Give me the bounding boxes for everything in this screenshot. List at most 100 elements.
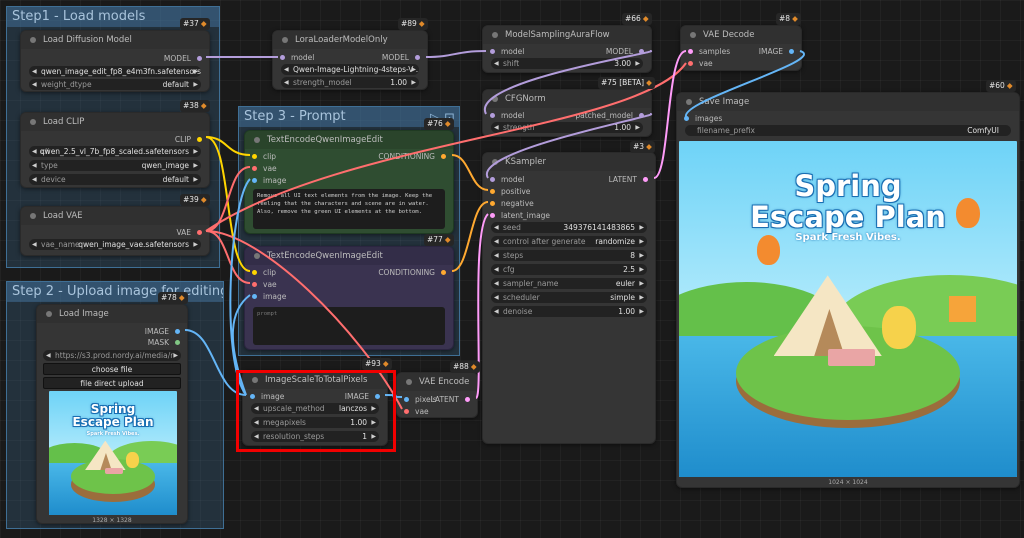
node-title[interactable]: VAE Decode bbox=[681, 26, 801, 44]
output-model-slot[interactable] bbox=[197, 56, 202, 61]
arrow-left-icon[interactable]: ◀ bbox=[284, 64, 289, 75]
arrow-right-icon[interactable]: ▶ bbox=[371, 417, 376, 428]
node-save-image[interactable]: Save Image images filename_prefix ComfyUI… bbox=[676, 92, 1020, 488]
input-images-slot[interactable] bbox=[684, 116, 689, 121]
node-title[interactable]: VAE Encode bbox=[397, 373, 477, 391]
input-image-slot[interactable] bbox=[252, 294, 257, 299]
choose-file-button[interactable]: choose file bbox=[43, 363, 181, 375]
prompt-textarea[interactable]: Remove all UI text elements from the ima… bbox=[253, 189, 445, 229]
arrow-left-icon[interactable]: ◀ bbox=[494, 292, 499, 303]
node-load-image[interactable]: Load Image IMAGE MASK ◀ https://s3.prod.n… bbox=[36, 304, 188, 524]
node-lora-loader-model-only[interactable]: LoraLoaderModelOnly model MODEL ◀ Qwen-Ima… bbox=[272, 30, 428, 90]
vae-name-combo[interactable]: ◀ vae_name qwen_image_vae.safetensors ▶ bbox=[29, 239, 201, 250]
node-load-clip[interactable]: Load CLIP CLIP ◀ cli qwen_2.5_vl_7b_fp8_sc… bbox=[20, 112, 210, 188]
arrow-left-icon[interactable]: ◀ bbox=[284, 77, 289, 88]
control-after-generate-widget[interactable]: ◀ control after generate randomize ▶ bbox=[491, 236, 647, 247]
arrow-right-icon[interactable]: ▶ bbox=[411, 77, 416, 88]
input-samples-slot[interactable] bbox=[688, 49, 693, 54]
output-clip-slot[interactable] bbox=[197, 137, 202, 142]
sampler-name-widget[interactable]: ◀ sampler_name euler ▶ bbox=[491, 278, 647, 289]
node-title[interactable]: Load CLIP bbox=[21, 113, 209, 131]
node-title[interactable]: CFGNorm bbox=[483, 90, 651, 108]
unet-name-combo[interactable]: ◀ qwen_image_edit_fp8_e4m3fn.safetensors ▶ bbox=[29, 66, 201, 77]
arrow-left-icon[interactable]: ◀ bbox=[494, 278, 499, 289]
arrow-left-icon[interactable]: ◀ bbox=[494, 222, 499, 233]
node-model-sampling-aura-flow[interactable]: ModelSamplingAuraFlow model MODEL ◀ shift 3… bbox=[482, 25, 652, 73]
arrow-left-icon[interactable]: ◀ bbox=[494, 250, 499, 261]
clip-name-combo[interactable]: ◀ cli qwen_2.5_vl_7b_fp8_scaled.safetensor… bbox=[29, 146, 201, 157]
arrow-left-icon[interactable]: ◀ bbox=[254, 403, 259, 414]
arrow-left-icon[interactable]: ◀ bbox=[32, 146, 37, 157]
filename-prefix-input[interactable]: filename_prefix ComfyUI bbox=[685, 125, 1011, 136]
arrow-right-icon[interactable]: ▶ bbox=[635, 122, 640, 133]
arrow-left-icon[interactable]: ◀ bbox=[32, 79, 37, 90]
input-pixels-slot[interactable] bbox=[404, 397, 409, 402]
node-ksampler[interactable]: KSampler model LATENT positive negative l… bbox=[482, 152, 656, 444]
resolution-steps-slider[interactable]: ◀ resolution_steps 1 ▶ bbox=[251, 431, 379, 442]
output-image-slot[interactable] bbox=[375, 394, 380, 399]
arrow-right-icon[interactable]: ▶ bbox=[371, 403, 376, 414]
arrow-right-icon[interactable]: ▶ bbox=[193, 79, 198, 90]
upscale-method-combo[interactable]: ◀ upscale_method lanczos ▶ bbox=[251, 403, 379, 414]
arrow-right-icon[interactable]: ▶ bbox=[371, 431, 376, 442]
arrow-left-icon[interactable]: ◀ bbox=[494, 264, 499, 275]
node-image-scale-to-total-pixels[interactable]: ImageScaleToTotalPixels image IMAGE ◀ upsc… bbox=[242, 370, 388, 446]
input-latent-slot[interactable] bbox=[490, 213, 495, 218]
node-cfg-norm[interactable]: CFGNorm model patched_model ◀ strength 1.00… bbox=[482, 89, 652, 137]
shift-slider[interactable]: ◀ shift 3.00 ▶ bbox=[491, 58, 643, 69]
weight-dtype-combo[interactable]: ◀ weight_dtype default ▶ bbox=[29, 79, 201, 90]
output-latent-slot[interactable] bbox=[643, 177, 648, 182]
seed-widget[interactable]: ◀ seed 349376141483865 ▶ bbox=[491, 222, 647, 233]
arrow-left-icon[interactable]: ◀ bbox=[494, 122, 499, 133]
output-model-slot[interactable] bbox=[639, 113, 644, 118]
type-combo[interactable]: ◀ type qwen_image ▶ bbox=[29, 160, 201, 171]
node-graph-canvas[interactable]: Step1 - Load models Step 2 - Upload imag… bbox=[0, 0, 1024, 538]
arrow-right-icon[interactable]: ▶ bbox=[639, 236, 644, 247]
output-vae-slot[interactable] bbox=[197, 230, 202, 235]
node-title[interactable]: TextEncodeQwenImageEdit bbox=[245, 131, 453, 149]
arrow-left-icon[interactable]: ◀ bbox=[32, 66, 37, 77]
steps-widget[interactable]: ◀ steps 8 ▶ bbox=[491, 250, 647, 261]
arrow-left-icon[interactable]: ◀ bbox=[32, 239, 37, 250]
arrow-right-icon[interactable]: ▶ bbox=[639, 306, 644, 317]
arrow-right-icon[interactable]: ▶ bbox=[193, 174, 198, 185]
node-title[interactable]: Load VAE bbox=[21, 207, 209, 225]
arrow-right-icon[interactable]: ▶ bbox=[639, 250, 644, 261]
arrow-left-icon[interactable]: ◀ bbox=[32, 174, 37, 185]
input-clip-slot[interactable] bbox=[252, 270, 257, 275]
image-combo[interactable]: ◀ https://s3.prod.nordy.ai/media/r ▶ bbox=[43, 350, 181, 361]
strength-slider[interactable]: ◀ strength 1.00 ▶ bbox=[491, 122, 643, 133]
input-model-slot[interactable] bbox=[490, 177, 495, 182]
input-image-slot[interactable] bbox=[252, 178, 257, 183]
output-model-slot[interactable] bbox=[639, 49, 644, 54]
output-conditioning-slot[interactable] bbox=[441, 154, 446, 159]
file-direct-upload-button[interactable]: file direct upload bbox=[43, 377, 181, 389]
output-model-slot[interactable] bbox=[415, 55, 420, 60]
node-title[interactable]: Load Diffusion Model bbox=[21, 31, 209, 49]
node-text-encode-negative[interactable]: TextEncodeQwenImageEdit clip CONDITIONING… bbox=[244, 246, 454, 350]
strength-model-slider[interactable]: ◀ strength_model 1.00 ▶ bbox=[281, 77, 419, 88]
megapixels-slider[interactable]: ◀ megapixels 1.00 ▶ bbox=[251, 417, 379, 428]
input-model-slot[interactable] bbox=[490, 49, 495, 54]
prompt-textarea[interactable]: prompt bbox=[253, 307, 445, 345]
node-vae-encode[interactable]: VAE Encode pixels LATENT vae bbox=[396, 372, 478, 418]
node-title[interactable]: LoraLoaderModelOnly bbox=[273, 31, 427, 49]
arrow-right-icon[interactable]: ▶ bbox=[173, 350, 178, 361]
scheduler-widget[interactable]: ◀ scheduler simple ▶ bbox=[491, 292, 647, 303]
node-vae-decode[interactable]: VAE Decode samples IMAGE vae bbox=[680, 25, 802, 71]
arrow-left-icon[interactable]: ◀ bbox=[494, 58, 499, 69]
output-image-slot[interactable] bbox=[789, 49, 794, 54]
device-combo[interactable]: ◀ device default ▶ bbox=[29, 174, 201, 185]
arrow-right-icon[interactable]: ▶ bbox=[639, 264, 644, 275]
input-negative-slot[interactable] bbox=[490, 201, 495, 206]
arrow-right-icon[interactable]: ▶ bbox=[639, 222, 644, 233]
arrow-right-icon[interactable]: ▶ bbox=[193, 66, 198, 77]
input-vae-slot[interactable] bbox=[252, 166, 257, 171]
node-title[interactable]: ImageScaleToTotalPixels bbox=[243, 371, 387, 389]
input-vae-slot[interactable] bbox=[404, 409, 409, 414]
input-positive-slot[interactable] bbox=[490, 189, 495, 194]
arrow-right-icon[interactable]: ▶ bbox=[193, 160, 198, 171]
cfg-widget[interactable]: ◀ cfg 2.5 ▶ bbox=[491, 264, 647, 275]
input-model-slot[interactable] bbox=[490, 113, 495, 118]
output-image-slot[interactable] bbox=[175, 329, 180, 334]
